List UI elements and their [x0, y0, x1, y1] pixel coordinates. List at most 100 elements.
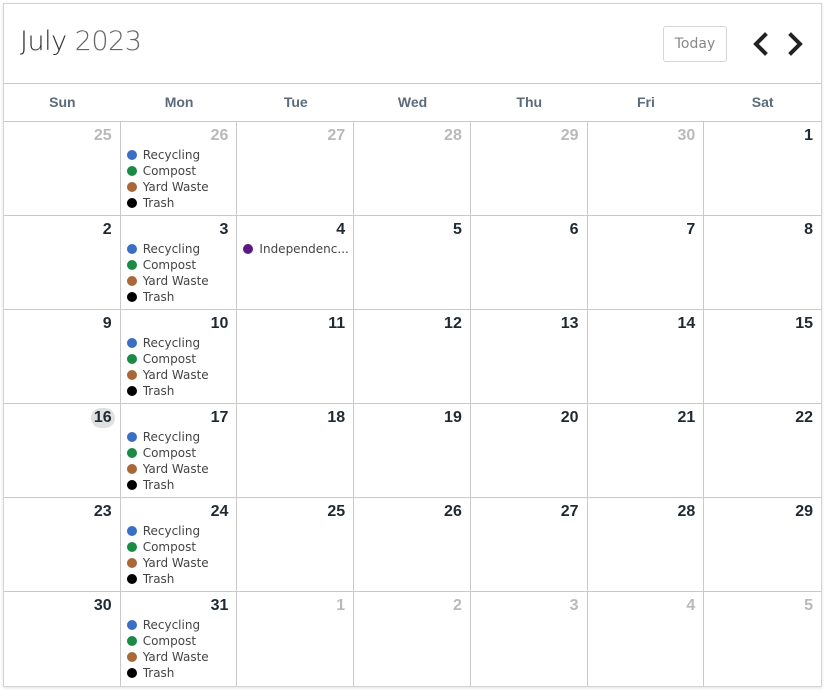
day-number[interactable]: 5 [801, 596, 816, 616]
day-cell[interactable]: 13 [470, 310, 588, 404]
day-number[interactable]: 29 [558, 126, 582, 146]
day-cell[interactable]: 24 Recycling Compost Yard Waste Trash [120, 498, 238, 592]
day-number[interactable]: 29 [792, 502, 816, 522]
day-cell[interactable]: 8 [704, 216, 821, 310]
day-number[interactable]: 3 [217, 220, 232, 240]
day-number[interactable]: 3 [567, 596, 582, 616]
event-recycling[interactable]: Recycling [126, 523, 233, 539]
day-cell[interactable]: 9 [4, 310, 121, 404]
day-number[interactable]: 4 [683, 596, 698, 616]
event-yard[interactable]: Yard Waste [126, 555, 233, 571]
event-yard[interactable]: Yard Waste [126, 461, 233, 477]
day-number[interactable]: 2 [100, 220, 115, 240]
day-cell[interactable]: 7 [587, 216, 705, 310]
event-recycling[interactable]: Recycling [126, 617, 233, 633]
day-cell[interactable]: 30 [4, 592, 121, 686]
day-number[interactable]: 12 [441, 314, 465, 334]
event-compost[interactable]: Compost [126, 445, 233, 461]
day-number[interactable]: 4 [333, 220, 348, 240]
event-recycling[interactable]: Recycling [126, 241, 233, 257]
day-number[interactable]: 7 [683, 220, 698, 240]
day-cell[interactable]: 14 [587, 310, 705, 404]
event-compost[interactable]: Compost [126, 257, 233, 273]
day-number[interactable]: 26 [441, 502, 465, 522]
day-cell[interactable]: 15 [704, 310, 821, 404]
today-button[interactable]: Today [663, 26, 727, 62]
day-number[interactable]: 28 [441, 126, 465, 146]
event-holiday[interactable]: Independenc... [243, 241, 349, 257]
day-cell[interactable]: 29 [704, 498, 821, 592]
event-recycling[interactable]: Recycling [126, 429, 233, 445]
day-cell[interactable]: 5 [354, 216, 471, 310]
next-month-button[interactable] [783, 30, 807, 58]
day-number[interactable]: 14 [674, 314, 698, 334]
event-yard[interactable]: Yard Waste [126, 649, 233, 665]
event-trash[interactable]: Trash [126, 289, 233, 305]
day-cell[interactable]: 3 Recycling Compost Yard Waste Trash [120, 216, 238, 310]
day-cell[interactable]: 17 Recycling Compost Yard Waste Trash [120, 404, 238, 498]
day-number[interactable]: 11 [325, 314, 348, 334]
day-cell[interactable]: 25 [237, 498, 355, 592]
day-cell[interactable]: 4 Independenc... [237, 216, 355, 310]
day-cell[interactable]: 2 [4, 216, 121, 310]
day-cell[interactable]: 27 [237, 122, 355, 216]
day-cell[interactable]: 1 [237, 592, 355, 686]
day-number[interactable]: 24 [208, 502, 232, 522]
day-number[interactable]: 19 [441, 408, 465, 428]
day-cell[interactable]: 26 [354, 498, 471, 592]
day-number[interactable]: 6 [567, 220, 582, 240]
day-number[interactable]: 25 [91, 126, 115, 146]
event-trash[interactable]: Trash [126, 383, 233, 399]
day-number[interactable]: 23 [91, 502, 115, 522]
event-yard[interactable]: Yard Waste [126, 273, 233, 289]
day-cell[interactable]: 28 [354, 122, 471, 216]
day-cell[interactable]: 20 [470, 404, 588, 498]
day-number[interactable]: 21 [674, 408, 698, 428]
day-number[interactable]: 1 [801, 126, 816, 146]
day-cell[interactable]: 6 [470, 216, 588, 310]
day-cell[interactable]: 30 [587, 122, 705, 216]
day-cell[interactable]: 23 [4, 498, 121, 592]
event-yard[interactable]: Yard Waste [126, 179, 233, 195]
day-cell[interactable]: 21 [587, 404, 705, 498]
day-number[interactable]: 9 [100, 314, 115, 334]
day-number[interactable]: 22 [792, 408, 816, 428]
day-cell[interactable]: 4 [588, 592, 705, 686]
event-trash[interactable]: Trash [126, 665, 233, 681]
event-trash[interactable]: Trash [126, 571, 233, 587]
day-number[interactable]: 2 [450, 596, 465, 616]
day-cell[interactable]: 1 [704, 122, 821, 216]
day-number[interactable]: 20 [558, 408, 582, 428]
day-cell[interactable]: 11 [237, 310, 355, 404]
day-cell[interactable]: 25 [4, 122, 121, 216]
day-number[interactable]: 28 [674, 502, 698, 522]
day-cell[interactable]: 28 [587, 498, 705, 592]
event-trash[interactable]: Trash [126, 195, 233, 211]
day-cell[interactable]: 10 Recycling Compost Yard Waste Trash [120, 310, 238, 404]
day-number[interactable]: 31 [208, 596, 232, 616]
event-compost[interactable]: Compost [126, 163, 233, 179]
day-number[interactable]: 26 [208, 126, 232, 146]
event-recycling[interactable]: Recycling [126, 147, 233, 163]
day-cell[interactable]: 5 [704, 592, 821, 686]
day-number[interactable]: 13 [558, 314, 582, 334]
prev-month-button[interactable] [749, 30, 773, 58]
day-number[interactable]: 17 [208, 408, 232, 428]
day-cell[interactable]: 18 [237, 404, 355, 498]
event-yard[interactable]: Yard Waste [126, 367, 233, 383]
day-cell[interactable]: 22 [704, 404, 821, 498]
day-number[interactable]: 10 [208, 314, 232, 334]
day-cell[interactable]: 27 [470, 498, 588, 592]
day-cell[interactable]: 26 Recycling Compost Yard Waste Trash [120, 122, 238, 216]
day-number[interactable]: 18 [324, 408, 348, 428]
day-number[interactable]: 1 [333, 596, 348, 616]
day-number[interactable]: 27 [324, 126, 348, 146]
event-compost[interactable]: Compost [126, 351, 233, 367]
day-number[interactable]: 30 [91, 596, 115, 616]
day-cell[interactable]: 3 [471, 592, 588, 686]
event-compost[interactable]: Compost [126, 539, 233, 555]
day-cell[interactable]: 29 [470, 122, 588, 216]
day-cell[interactable]: 2 [354, 592, 471, 686]
day-number[interactable]: 8 [801, 220, 816, 240]
day-number[interactable]: 25 [324, 502, 348, 522]
